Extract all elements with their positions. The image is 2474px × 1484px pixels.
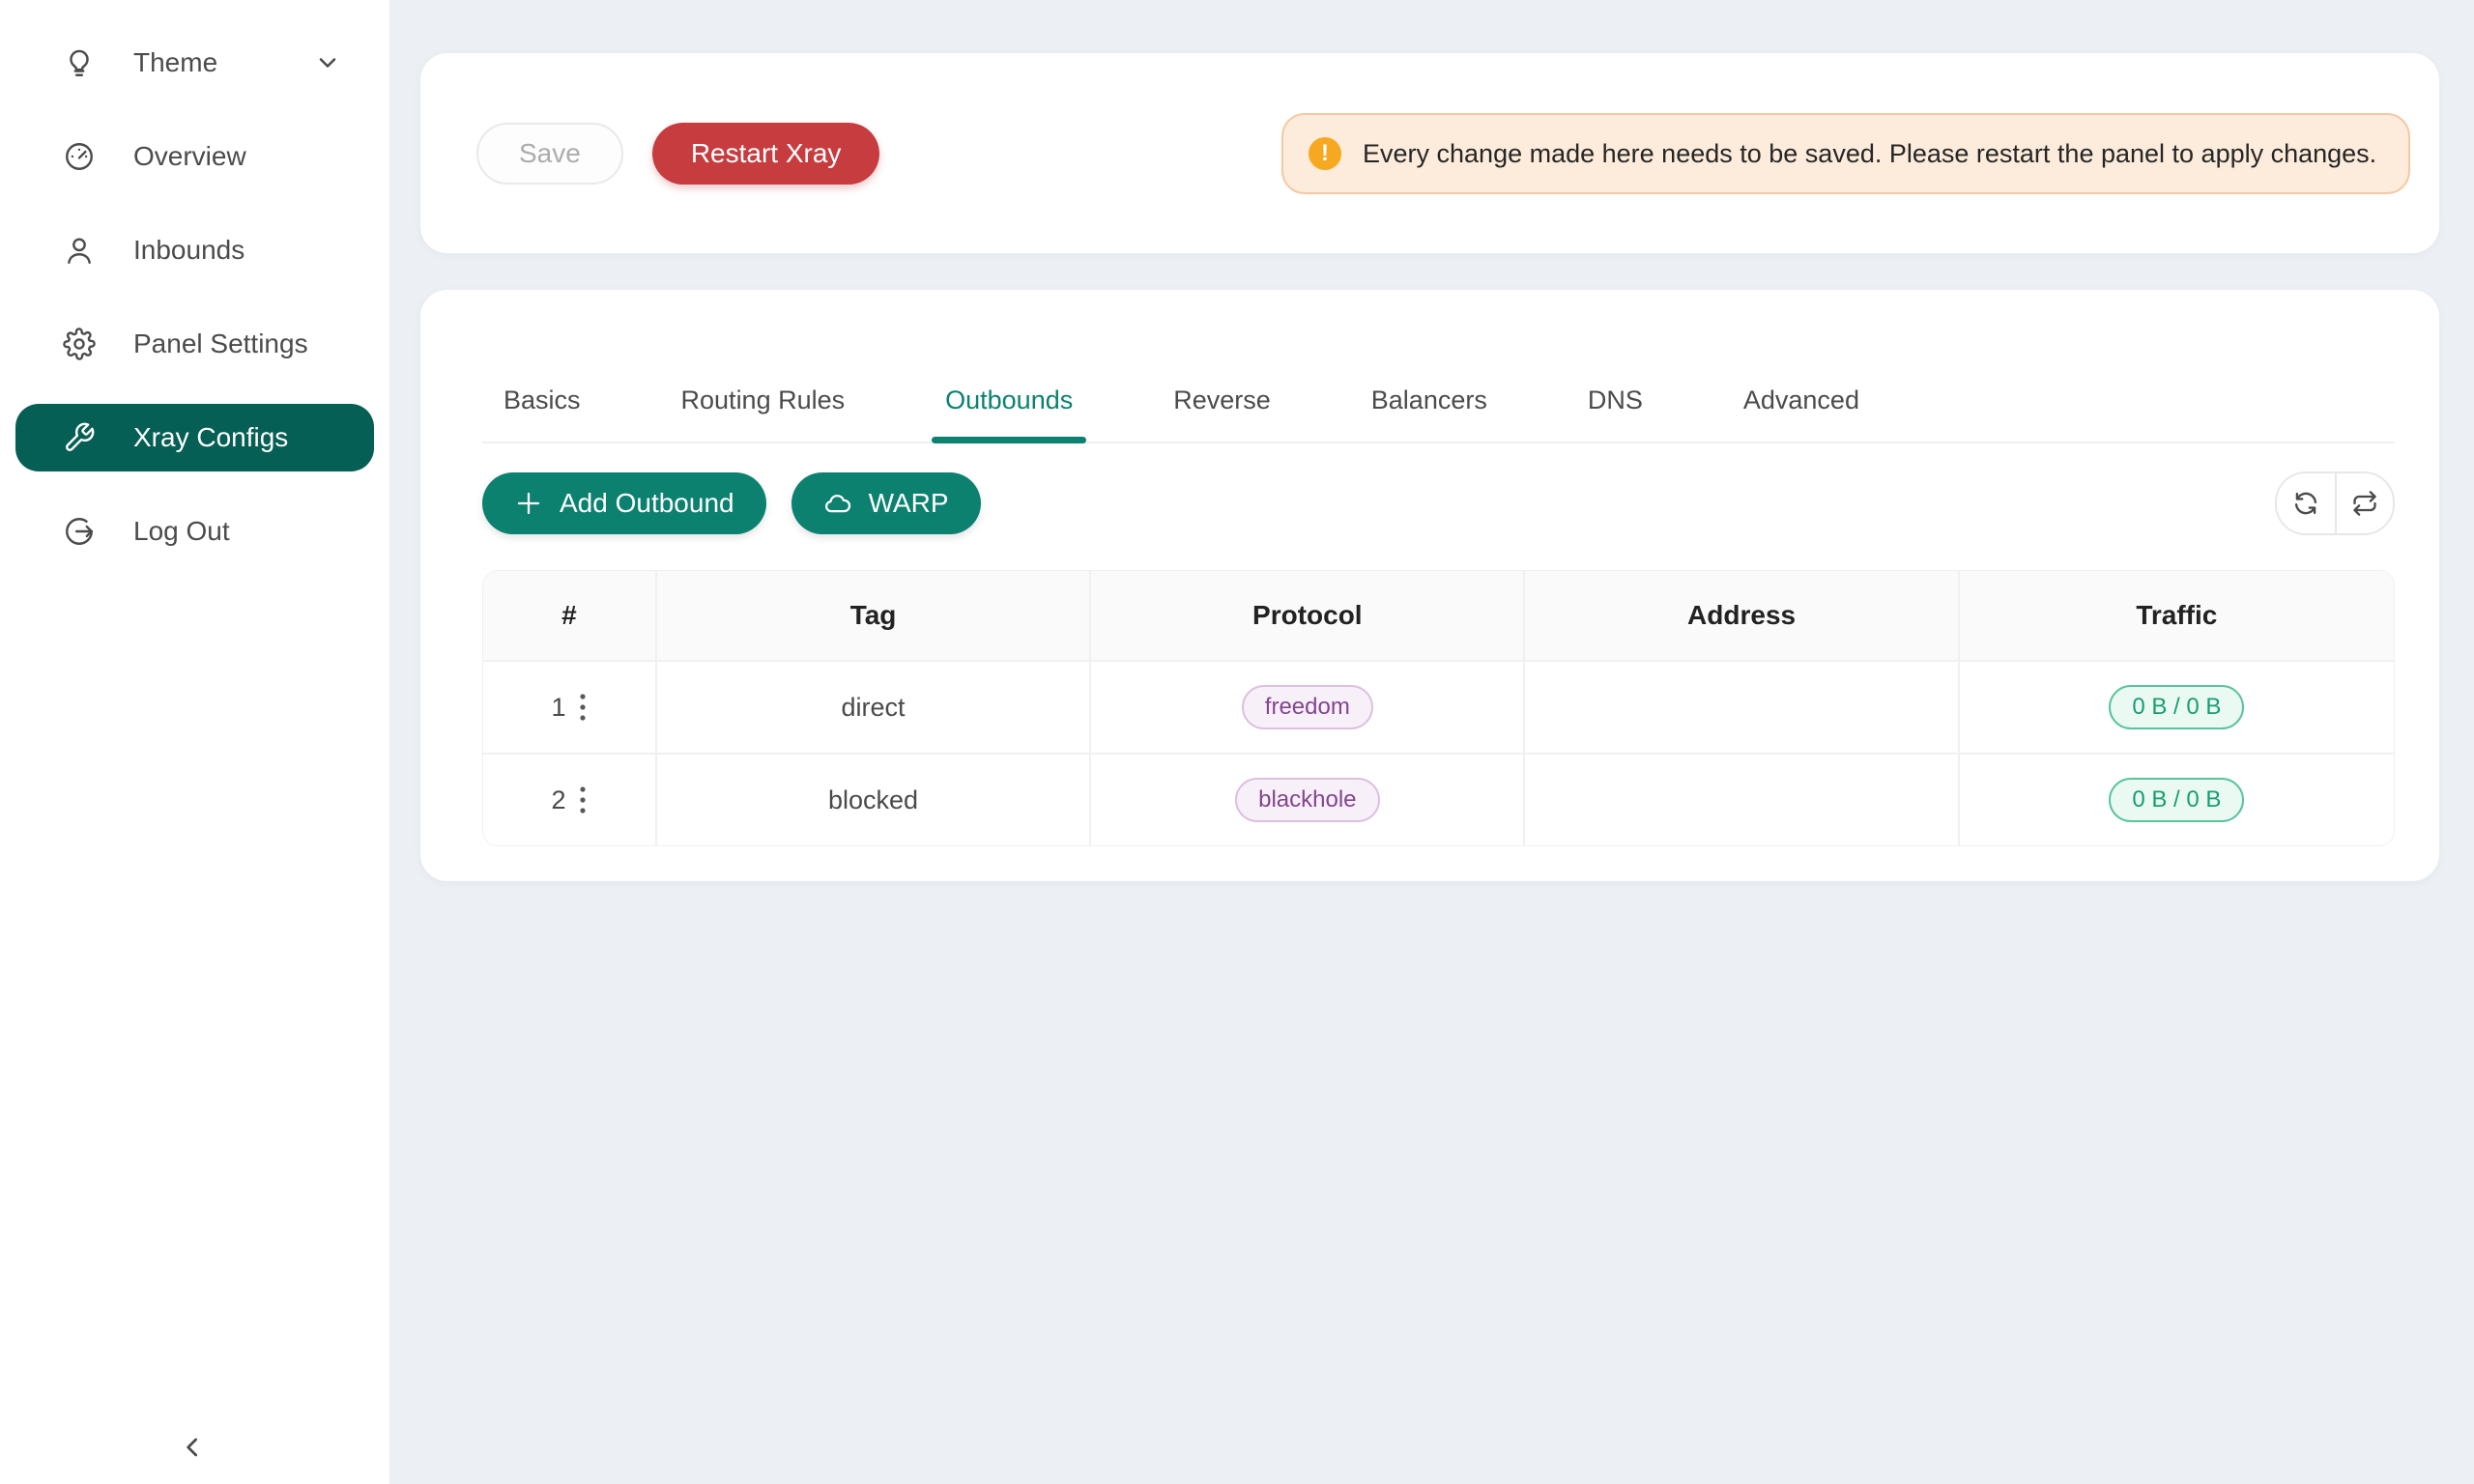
sidebar-item-label: Inbounds <box>133 235 245 266</box>
refresh-icon <box>2292 490 2319 517</box>
lightbulb-icon <box>62 45 97 80</box>
chevron-left-icon <box>178 1432 209 1463</box>
gauge-icon <box>62 139 97 174</box>
gear-icon <box>62 327 97 361</box>
address-cell <box>1525 662 1959 755</box>
wrench-icon <box>62 420 97 455</box>
cloud-icon <box>823 489 852 518</box>
table-actions-group <box>2275 471 2395 535</box>
traffic-badge: 0 B / 0 B <box>2109 778 2244 822</box>
tab-routing-rules[interactable]: Routing Rules <box>681 382 846 442</box>
chevron-down-icon <box>314 49 341 76</box>
sidebar-collapse-button[interactable] <box>170 1424 216 1470</box>
tab-balancers[interactable]: Balancers <box>1371 382 1487 442</box>
row-menu-icon[interactable] <box>579 693 587 722</box>
add-outbound-button[interactable]: Add Outbound <box>482 472 766 534</box>
sidebar-item-label: Overview <box>133 141 246 172</box>
app-root: Theme Overview Inbounds <box>0 0 2474 1484</box>
sidebar-item-xray-configs[interactable]: Xray Configs <box>15 404 374 471</box>
sidebar-item-label: Panel Settings <box>133 328 308 359</box>
logout-icon <box>62 514 97 549</box>
alert-text: Every change made here needs to be saved… <box>1363 134 2376 173</box>
main-content: Save Restart Xray ! Every change made he… <box>389 0 2474 1484</box>
user-icon <box>62 233 97 268</box>
row-index: 2 <box>551 785 565 815</box>
column-header-protocol: Protocol <box>1091 571 1525 662</box>
protocol-badge: blackhole <box>1235 778 1379 822</box>
actions-card: Save Restart Xray ! Every change made he… <box>420 53 2439 253</box>
plus-icon <box>514 489 543 518</box>
column-header-traffic: Traffic <box>1960 571 2394 662</box>
outbounds-toolbar: Add Outbound WARP <box>482 471 2395 535</box>
warp-label: WARP <box>869 488 949 519</box>
tabs-bar: Basics Routing Rules Outbounds Reverse B… <box>482 290 2395 443</box>
tab-reverse[interactable]: Reverse <box>1173 382 1271 442</box>
tag-cell: blocked <box>657 755 1091 845</box>
sidebar-item-panel-settings[interactable]: Panel Settings <box>15 310 374 378</box>
warning-icon: ! <box>1309 137 1341 170</box>
protocol-badge: freedom <box>1242 685 1373 729</box>
sidebar-item-label: Log Out <box>133 516 230 547</box>
tab-outbounds[interactable]: Outbounds <box>945 382 1073 442</box>
xray-configs-card: Basics Routing Rules Outbounds Reverse B… <box>420 290 2439 881</box>
tab-dns[interactable]: DNS <box>1588 382 1643 442</box>
add-outbound-label: Add Outbound <box>560 488 734 519</box>
sidebar-item-inbounds[interactable]: Inbounds <box>15 216 374 284</box>
warp-button[interactable]: WARP <box>791 472 981 534</box>
restart-warning-alert: ! Every change made here needs to be sav… <box>1281 113 2410 194</box>
sidebar-item-label: Xray Configs <box>133 422 288 453</box>
row-menu-icon[interactable] <box>579 785 587 814</box>
tag-cell: direct <box>657 662 1091 755</box>
column-header-tag: Tag <box>657 571 1091 662</box>
repeat-icon <box>2351 490 2378 517</box>
save-button[interactable]: Save <box>476 123 623 185</box>
repeat-button[interactable] <box>2335 473 2393 533</box>
table-header-row: # Tag Protocol Address Traffic <box>483 571 2394 662</box>
tab-advanced[interactable]: Advanced <box>1743 382 1859 442</box>
row-index: 1 <box>551 693 565 723</box>
column-header-index: # <box>483 571 657 662</box>
refresh-button[interactable] <box>2277 473 2335 533</box>
restart-xray-button[interactable]: Restart Xray <box>652 123 880 185</box>
sidebar-item-label: Theme <box>133 47 217 78</box>
column-header-address: Address <box>1525 571 1959 662</box>
sidebar-item-overview[interactable]: Overview <box>15 123 374 190</box>
tab-basics[interactable]: Basics <box>503 382 581 442</box>
table-row: 1 direct freedom 0 B / 0 B <box>483 662 2394 755</box>
address-cell <box>1525 755 1959 845</box>
outbounds-table: # Tag Protocol Address Traffic 1 <box>482 570 2395 846</box>
sidebar: Theme Overview Inbounds <box>0 0 389 1484</box>
sidebar-item-theme[interactable]: Theme <box>15 29 374 97</box>
sidebar-item-log-out[interactable]: Log Out <box>15 498 374 565</box>
table-row: 2 blocked blackhole 0 B / 0 B <box>483 755 2394 845</box>
traffic-badge: 0 B / 0 B <box>2109 685 2244 729</box>
sidebar-nav: Theme Overview Inbounds <box>0 0 389 565</box>
